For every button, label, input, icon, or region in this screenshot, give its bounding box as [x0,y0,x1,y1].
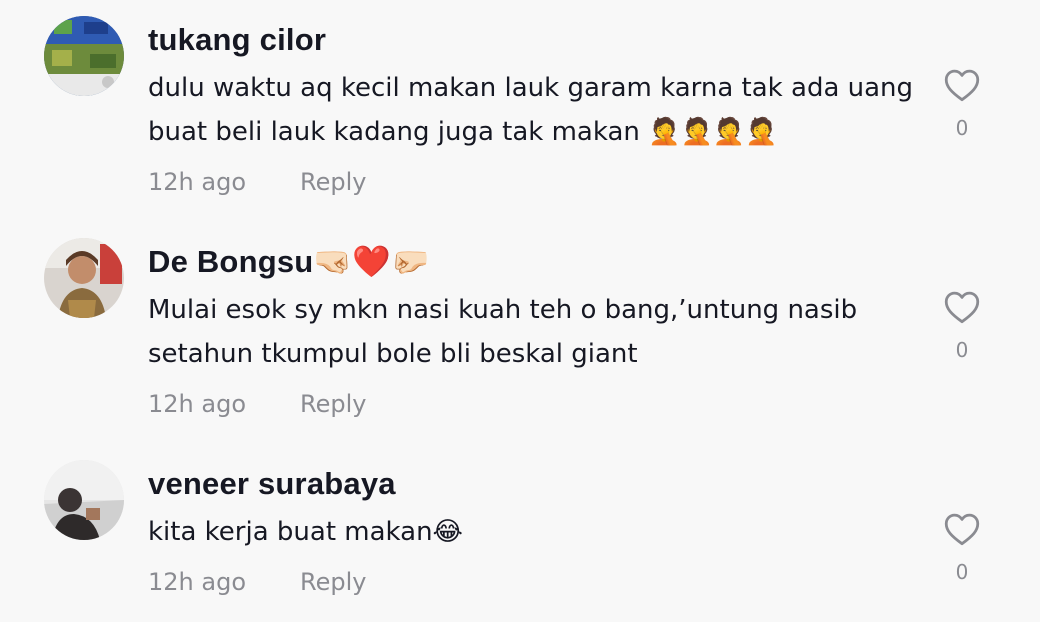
comment-text: Mulai esok sy mkn nasi kuah teh o bang,’… [148,295,858,369]
heart-outline-icon [944,513,980,546]
avatar-image [44,16,124,96]
comment-username[interactable]: De Bongsu🤜🏻❤️🤛🏻 [148,242,918,282]
comment-meta: 12h ago Reply [148,568,366,596]
avatar[interactable] [44,16,124,96]
like-button[interactable]: 0 [940,68,984,140]
reply-button[interactable]: Reply [300,568,366,596]
comment-text: kita kerja buat makan😂 [148,517,463,547]
heart-outline-icon [944,291,980,324]
like-count: 0 [955,116,969,140]
like-button[interactable]: 0 [940,290,984,362]
avatar-image [44,460,124,540]
avatar-image [44,238,124,318]
comment-time: 12h ago [148,568,247,596]
comment-meta: 12h ago Reply [148,390,366,418]
comment-username[interactable]: veneer surabaya [148,464,918,504]
comment-meta: 12h ago Reply [148,168,366,196]
like-count: 0 [955,560,969,584]
comment-text: dulu waktu aq kecil makan lauk garam kar… [148,73,914,147]
comment-time: 12h ago [148,168,247,196]
comment-username[interactable]: tukang cilor [148,20,918,60]
like-button[interactable]: 0 [940,512,984,584]
avatar[interactable] [44,238,124,318]
avatar[interactable] [44,460,124,540]
like-count: 0 [955,338,969,362]
heart-outline-icon [944,69,980,102]
comment-time: 12h ago [148,390,247,418]
reply-button[interactable]: Reply [300,168,366,196]
reply-button[interactable]: Reply [300,390,366,418]
